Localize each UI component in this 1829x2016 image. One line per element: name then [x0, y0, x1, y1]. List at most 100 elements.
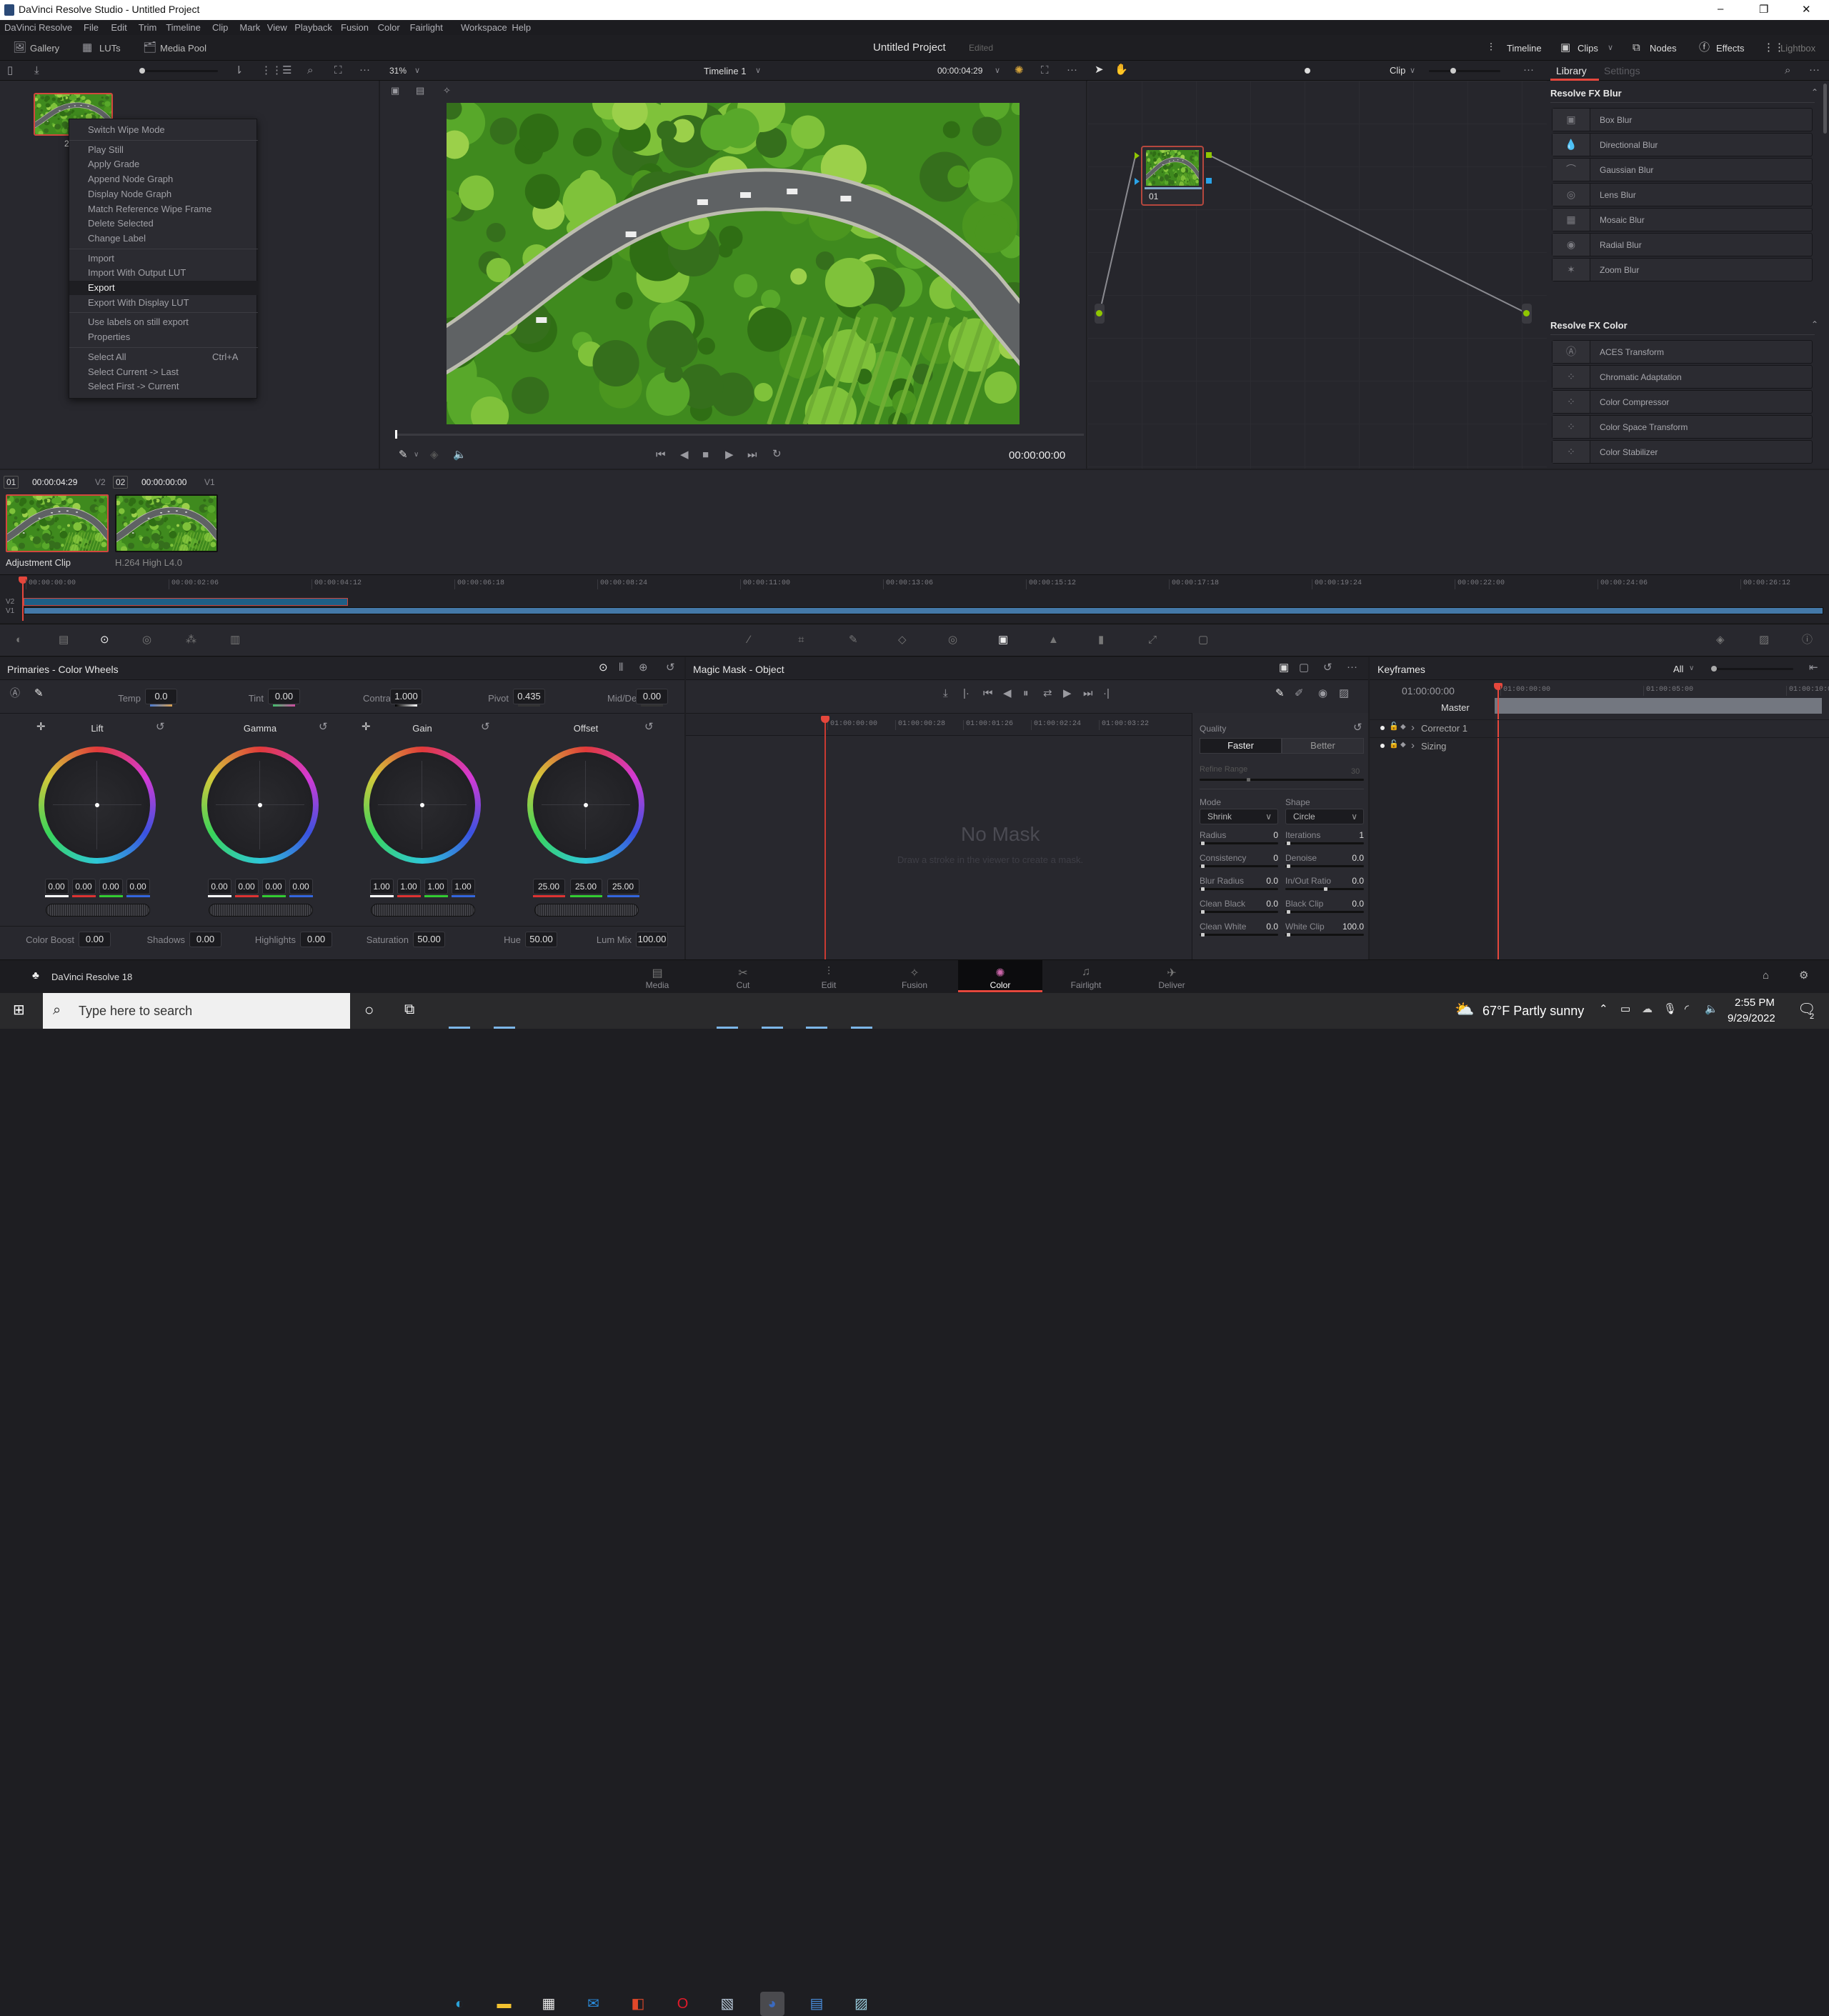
refine-range-slider[interactable]	[1200, 778, 1364, 782]
skip-start-icon[interactable]: ⏮	[656, 449, 666, 460]
reset-icon[interactable]: ↺	[1323, 662, 1332, 673]
home-icon[interactable]: ⌂	[1763, 970, 1769, 981]
collapse-icon[interactable]: ⌃	[1811, 88, 1818, 96]
reset-icon[interactable]: ↺	[644, 722, 654, 732]
chevron-down-icon[interactable]: ∨	[755, 66, 761, 75]
effect-item[interactable]: Ⓐ ACES Transform	[1552, 340, 1813, 364]
context-menu-item[interactable]: Match Reference Wipe Frame	[69, 202, 258, 216]
menu-trim[interactable]: Trim	[139, 22, 157, 33]
viewer-frame[interactable]	[447, 103, 1020, 424]
clips-button[interactable]: ▣ Clips ∨	[1560, 35, 1621, 61]
blur-icon[interactable]: ▲	[1048, 634, 1059, 645]
media-pool-button[interactable]: 🗂 Media Pool	[143, 35, 207, 61]
context-menu-item[interactable]: Delete Selected	[69, 216, 258, 231]
keyframe-diamond-icon[interactable]: ◆	[1400, 742, 1406, 749]
keyframes-zoom-slider[interactable]	[1711, 666, 1793, 672]
layers-icon[interactable]: ◈	[430, 449, 439, 460]
white-balance-picker-icon[interactable]: ✎	[34, 688, 44, 699]
color-warper-icon[interactable]: ⌗	[798, 634, 804, 645]
context-menu-item[interactable]: Append Node Graph	[69, 172, 258, 186]
menu-timeline[interactable]: Timeline	[166, 22, 201, 33]
context-menu-item[interactable]: Export With Display LUT	[69, 296, 258, 310]
search-icon[interactable]: ⌕	[1785, 65, 1790, 76]
gain-wheel[interactable]	[364, 747, 481, 864]
context-menu-item[interactable]: Apply Grade	[69, 157, 258, 171]
shape-dropdown[interactable]: Circle ∨	[1285, 809, 1364, 824]
office-app-icon[interactable]: ◧	[626, 1992, 650, 2016]
context-menu-item[interactable]: Properties	[69, 330, 258, 344]
effect-item[interactable]: ⁘ Chromatic Adaptation	[1552, 365, 1813, 389]
qualifier-icon[interactable]: ✎	[849, 634, 858, 645]
minimize-button[interactable]: –	[1718, 3, 1723, 15]
sizing-icon[interactable]: ⤢	[1148, 634, 1157, 645]
cortana-icon[interactable]: ○	[364, 1002, 374, 1018]
pointer-icon[interactable]: ➤	[1095, 64, 1104, 75]
context-menu-item[interactable]: Change Label	[69, 231, 258, 246]
page-tab-media[interactable]: ▤ Media	[615, 960, 699, 992]
corrector-node[interactable]: 01	[1141, 146, 1204, 206]
gamma-master-wheel[interactable]	[209, 904, 313, 917]
davinci-resolve-app-icon[interactable]: ◕	[759, 1992, 784, 2016]
enable-dot[interactable]	[1380, 726, 1385, 730]
context-menu-item[interactable]: Select First -> Current	[69, 379, 258, 394]
wheel-value-field[interactable]: 1.00	[424, 879, 448, 894]
menu-fusion[interactable]: Fusion	[341, 22, 369, 33]
volume-icon[interactable]: 🔈	[453, 449, 467, 460]
reset-icon[interactable]: ↺	[481, 722, 490, 732]
keyframes-playhead[interactable]	[1497, 683, 1499, 959]
viewer-mode-icon[interactable]: ▣	[391, 86, 399, 95]
chevron-right-icon[interactable]: ›	[1411, 740, 1415, 751]
reset-icon[interactable]: ↺	[1353, 722, 1362, 733]
chevron-down-icon[interactable]: ∨	[1410, 66, 1415, 75]
weather-icon[interactable]: ⛅	[1455, 1002, 1474, 1017]
fullscreen-icon[interactable]: ⛶	[1041, 65, 1049, 76]
page-tab-deliver[interactable]: ✈ Deliver	[1130, 960, 1214, 992]
gamma-wheel[interactable]	[201, 747, 319, 864]
task-view-icon[interactable]: ⧉	[404, 1002, 414, 1017]
context-menu-item[interactable]: Play Still	[69, 143, 258, 157]
key-icon[interactable]: ▮	[1098, 634, 1104, 645]
stop-icon[interactable]: ■	[702, 449, 709, 460]
rgb-mixer-icon[interactable]: ⁂	[186, 634, 196, 645]
output-node[interactable]	[1522, 304, 1532, 324]
photos-app-icon[interactable]: ▧	[715, 1992, 739, 2016]
offset-master-wheel[interactable]	[534, 904, 639, 917]
gallery-button[interactable]: 🖼 Gallery	[13, 35, 77, 61]
wheel-value-field[interactable]: 25.00	[569, 879, 602, 894]
master-track[interactable]	[1495, 698, 1822, 714]
document-app-icon[interactable]: ▤	[804, 1992, 829, 2016]
wheel-center-handle[interactable]	[95, 803, 99, 807]
window-icon[interactable]: ◇	[898, 634, 907, 645]
more-icon[interactable]: ···	[1809, 64, 1820, 75]
collapse-icon[interactable]: ⌃	[1811, 320, 1818, 329]
lock-icon[interactable]: 🔓	[1389, 723, 1399, 731]
wheel-value-field[interactable]: 1.00	[369, 879, 394, 894]
black-clip-slider[interactable]	[1285, 910, 1364, 914]
wheel-value-field[interactable]: 0.00	[207, 879, 231, 894]
grid-view-icon[interactable]: ⋮⋮	[261, 65, 282, 76]
edge-app-icon[interactable]: ◐	[447, 1992, 472, 2016]
reset-icon[interactable]: ↺	[156, 722, 165, 732]
effect-item[interactable]: ⌒ Gaussian Blur	[1552, 158, 1813, 181]
effect-item[interactable]: 💧 Directional Blur	[1552, 133, 1813, 156]
wheel-value-field[interactable]: 0.00	[44, 879, 69, 894]
curves-icon[interactable]: ∕	[748, 634, 750, 645]
opera-app-icon[interactable]: O	[671, 1992, 695, 2016]
clip-thumbnail[interactable]	[6, 494, 109, 552]
menu-workspace[interactable]: Workspace	[461, 22, 507, 33]
object-mask-icon[interactable]: ▣	[1279, 662, 1289, 673]
more-icon[interactable]: ···	[359, 64, 370, 75]
gain-master-wheel[interactable]	[371, 904, 475, 917]
context-menu-item[interactable]: Display Node Graph	[69, 187, 258, 201]
menu-clip[interactable]: Clip	[212, 22, 228, 33]
tracker-icon[interactable]: ◎	[948, 634, 957, 645]
bidirectional-icon[interactable]: ⇄	[1043, 688, 1052, 699]
hand-icon[interactable]: ✋	[1115, 64, 1128, 75]
step-back-icon[interactable]: ◀	[680, 449, 689, 460]
windows-start-icon[interactable]: ⊞	[13, 1003, 25, 1017]
more-icon[interactable]: ···	[1067, 64, 1077, 75]
library-scrollbar[interactable]	[1823, 84, 1827, 134]
subtract-stroke-icon[interactable]: ✐	[1295, 688, 1304, 699]
page-tab-fairlight[interactable]: ♫ Fairlight	[1044, 960, 1128, 992]
chevron-down-icon[interactable]: ∨	[995, 66, 1000, 75]
